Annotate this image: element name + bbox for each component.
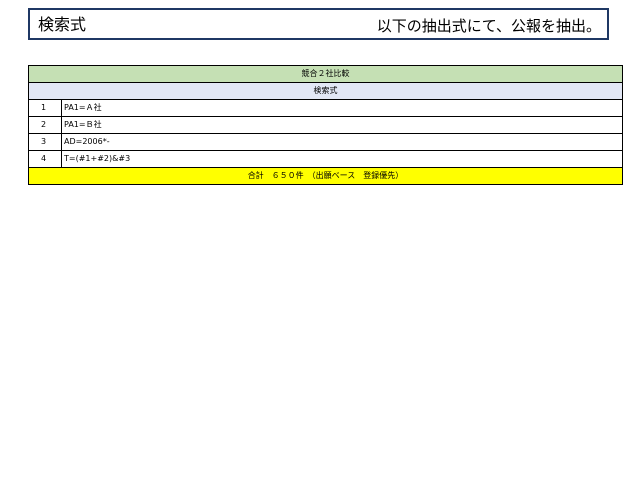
table-header-row-main: 競合２社比較 [28, 65, 623, 83]
row-number: 4 [28, 150, 62, 168]
title-box: 検索式 以下の抽出式にて、公報を抽出。 [28, 8, 609, 40]
row-expression: PA1=Ｂ社 [61, 116, 623, 134]
title-description: 以下の抽出式にて、公報を抽出。 [376, 17, 601, 35]
search-formula-table-container: 競合２社比較 検索式 1 PA1=Ａ社 2 PA1=Ｂ社 3 AD=2006*-… [28, 65, 623, 185]
table-header-main: 競合２社比較 [28, 65, 623, 83]
row-expression: PA1=Ａ社 [61, 99, 623, 117]
page-title: 検索式 [38, 15, 87, 34]
row-expression: AD=2006*- [61, 133, 623, 151]
row-number: 2 [28, 116, 62, 134]
row-expression: T=(#1+#2)&#3 [61, 150, 623, 168]
table-row: 1 PA1=Ａ社 [28, 99, 623, 117]
search-formula-table: 競合２社比較 検索式 1 PA1=Ａ社 2 PA1=Ｂ社 3 AD=2006*-… [28, 65, 623, 185]
table-header-sub: 検索式 [28, 82, 623, 100]
table-header-row-sub: 検索式 [28, 82, 623, 100]
total-summary: 合計 ６５０件 （出願ベース 登録優先） [28, 167, 623, 185]
table-row: 2 PA1=Ｂ社 [28, 116, 623, 134]
row-number: 3 [28, 133, 62, 151]
table-total-row: 合計 ６５０件 （出願ベース 登録優先） [28, 167, 623, 185]
table-row: 3 AD=2006*- [28, 133, 623, 151]
row-number: 1 [28, 99, 62, 117]
page: 検索式 以下の抽出式にて、公報を抽出。 競合２社比較 検索式 1 PA1=Ａ社 … [0, 0, 640, 480]
table-row: 4 T=(#1+#2)&#3 [28, 150, 623, 168]
